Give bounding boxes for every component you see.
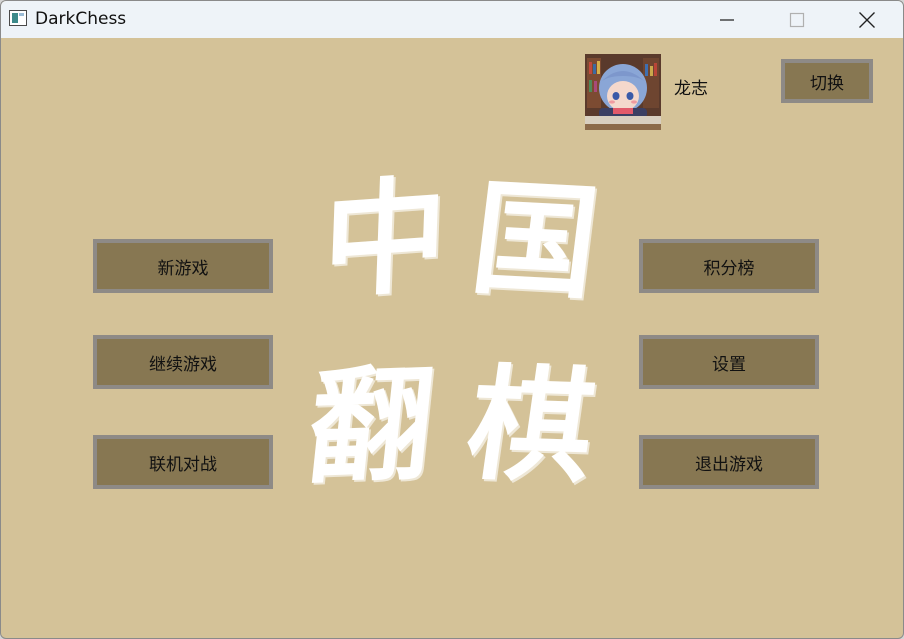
window-title: DarkChess (35, 9, 127, 29)
game-logo: 中 国 翻 棋 (301, 162, 611, 505)
maximize-icon (789, 12, 805, 28)
main-menu: 龙志 切换 新游戏 继续游戏 联机对战 积分榜 设置 退出游戏 中 国 翻 棋 (1, 38, 903, 638)
continue-game-button[interactable]: 继续游戏 (93, 335, 273, 389)
app-icon (9, 10, 27, 26)
title-bar[interactable]: DarkChess (1, 1, 903, 38)
username-label: 龙志 (674, 79, 708, 99)
minimize-button[interactable] (697, 1, 757, 38)
online-battle-button[interactable]: 联机对战 (93, 435, 273, 489)
logo-char: 中 (320, 162, 450, 317)
settings-button[interactable]: 设置 (639, 335, 819, 389)
leaderboard-button[interactable]: 积分榜 (639, 239, 819, 293)
minimize-icon (719, 12, 735, 28)
close-icon (858, 11, 876, 29)
maximize-button[interactable] (767, 1, 827, 38)
user-avatar[interactable] (585, 54, 661, 130)
close-button[interactable] (837, 1, 897, 38)
logo-char: 翻 (301, 351, 441, 502)
logo-char: 国 (464, 166, 606, 317)
switch-account-button[interactable]: 切换 (781, 59, 873, 103)
logo-char: 棋 (458, 352, 604, 501)
app-window: DarkChess 龙志 切换 新游戏 继续游戏 联机对战 积分榜 设置 退出游… (0, 0, 904, 639)
exit-game-button[interactable]: 退出游戏 (639, 435, 819, 489)
new-game-button[interactable]: 新游戏 (93, 239, 273, 293)
